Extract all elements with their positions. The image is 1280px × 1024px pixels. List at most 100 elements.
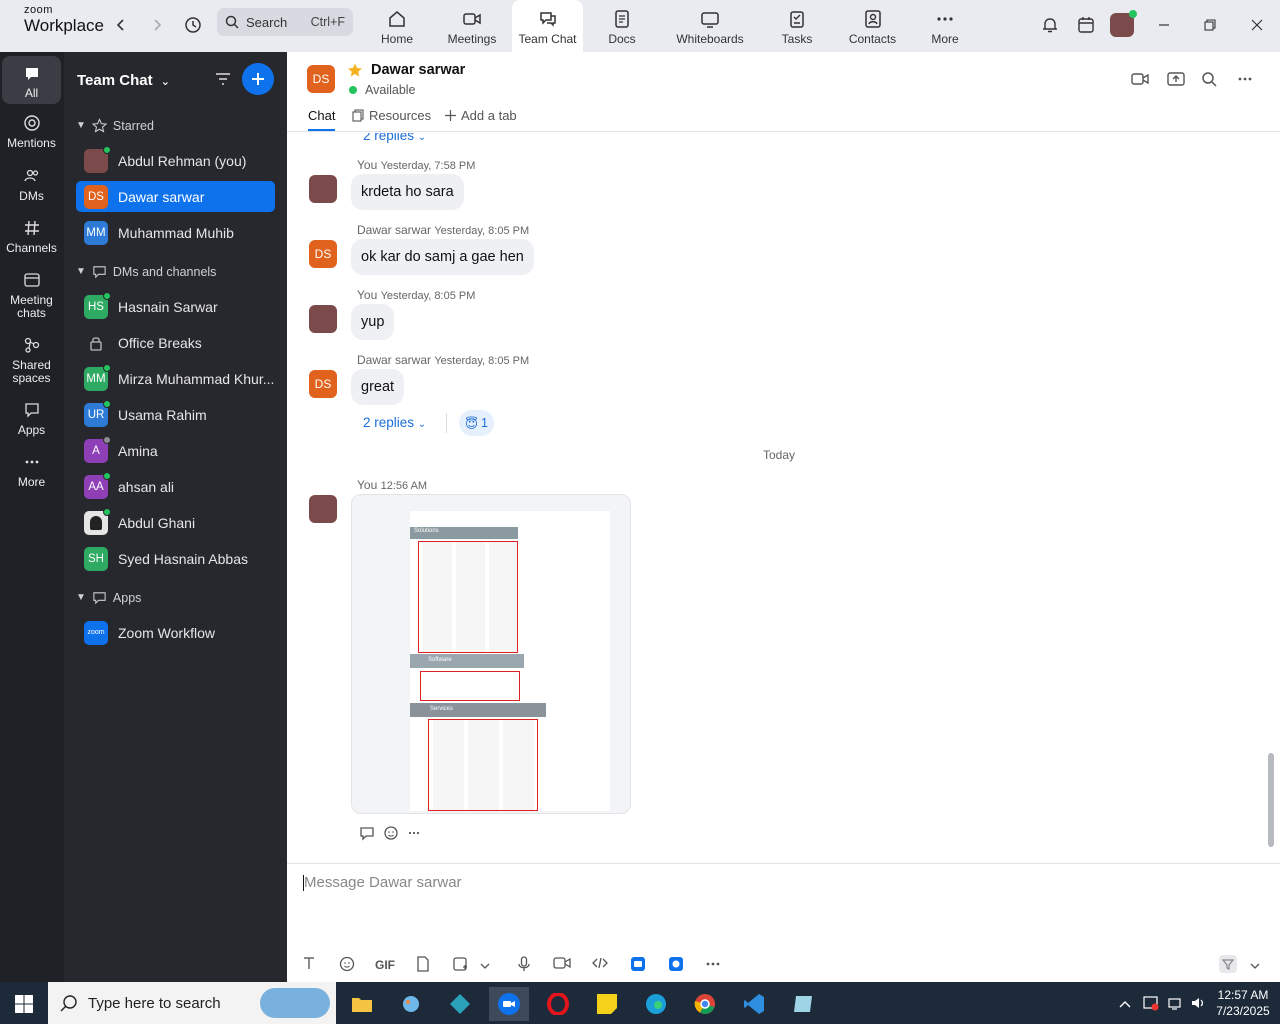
history-button[interactable]: [181, 13, 205, 37]
taskbar-app-generic[interactable]: [783, 987, 823, 1021]
chat-search-button[interactable]: [1201, 71, 1217, 90]
video-call-button[interactable]: [1131, 71, 1149, 90]
screenshot-button[interactable]: [452, 956, 468, 975]
tab-contacts[interactable]: Contacts: [845, 0, 900, 52]
notifications-button[interactable]: [1037, 12, 1063, 38]
tab-chat[interactable]: Chat: [308, 108, 336, 131]
sidebar-item-hasnain-sarwar[interactable]: HS Hasnain Sarwar: [76, 291, 275, 322]
tab-more[interactable]: More: [925, 0, 965, 52]
taskbar-vscode[interactable]: [734, 987, 774, 1021]
taskbar-opera[interactable]: [538, 987, 578, 1021]
screenshot-dropdown[interactable]: [480, 959, 490, 973]
sidebar-item-amina[interactable]: A Amina: [76, 435, 275, 466]
app-shortcut-button[interactable]: [630, 956, 646, 975]
tab-team-chat[interactable]: Team Chat: [512, 0, 583, 52]
sidebar-item-ahsan-ali[interactable]: AA ahsan ali: [76, 471, 275, 502]
taskbar-sticky-notes[interactable]: [587, 987, 627, 1021]
rail-channels[interactable]: Channels: [2, 219, 61, 255]
rail-meeting-chats[interactable]: Meeting chats: [2, 271, 61, 320]
reaction-chip[interactable]: 😇 1: [459, 410, 494, 436]
message-bubble[interactable]: yup: [351, 304, 395, 340]
sidebar-item-abdul-rehman[interactable]: Abdul Rehman (you): [76, 145, 275, 176]
tab-tasks[interactable]: Tasks: [775, 0, 819, 52]
search-box[interactable]: Search Ctrl+F: [217, 8, 353, 36]
forward-button[interactable]: [145, 13, 169, 37]
avatar-initials: UR: [87, 408, 105, 421]
taskbar-zoom[interactable]: [489, 987, 529, 1021]
app-shortcut-button-2[interactable]: [668, 956, 684, 975]
rail-all[interactable]: All: [2, 56, 61, 104]
chevron-right-icon: [154, 19, 162, 31]
sidebar-item-usama-rahim[interactable]: UR Usama Rahim: [76, 399, 275, 430]
filter-button[interactable]: [214, 70, 232, 91]
message-more-button[interactable]: [407, 825, 421, 844]
taskbar-edge[interactable]: [636, 987, 676, 1021]
apps-section-header[interactable]: ▼ Apps: [76, 590, 141, 605]
sidebar-item-office-breaks[interactable]: Office Breaks: [76, 327, 275, 358]
tab-resources[interactable]: Resources: [352, 108, 431, 123]
chat-more-button[interactable]: [1237, 71, 1253, 90]
taskbar-search[interactable]: Type here to search: [48, 982, 336, 1024]
sidebar-item-dawar-sarwar[interactable]: DS Dawar sarwar: [76, 181, 275, 212]
ellipsis-icon: [937, 17, 953, 21]
taskbar-chrome[interactable]: [685, 987, 725, 1021]
restore-button[interactable]: [1197, 12, 1223, 38]
message-input[interactable]: Message Dawar sarwar: [303, 874, 462, 892]
add-reaction-button[interactable]: [383, 825, 399, 844]
reply-button[interactable]: [359, 825, 375, 844]
message-bubble[interactable]: great: [351, 369, 405, 405]
rail-apps[interactable]: Apps: [2, 401, 61, 437]
image-attachment[interactable]: Solutions Software Services: [351, 494, 631, 814]
back-button[interactable]: [109, 13, 133, 37]
tray-network[interactable]: [1167, 995, 1183, 1014]
sidebar-item-muhammad-muhib[interactable]: MM Muhammad Muhib: [76, 217, 275, 248]
tab-home[interactable]: Home: [372, 0, 422, 52]
star-filled-icon[interactable]: [347, 62, 363, 78]
format-text-button[interactable]: [302, 956, 316, 973]
windows-start-button[interactable]: [4, 987, 44, 1021]
thread-replies-link[interactable]: 2 replies ⌄: [363, 133, 426, 143]
share-screen-button[interactable]: [1167, 71, 1185, 90]
tray-volume[interactable]: [1190, 995, 1206, 1014]
taskbar-app-paint[interactable]: [391, 987, 431, 1021]
message-bubble[interactable]: ok kar do samj a gae hen: [351, 239, 534, 275]
taskbar-clock[interactable]: 12:57 AM 7/23/2025: [1210, 987, 1276, 1019]
rail-dms[interactable]: DMs: [2, 167, 61, 203]
composer-more-button[interactable]: [705, 956, 721, 975]
message-bubble[interactable]: krdeta ho sara: [351, 174, 464, 210]
send-button[interactable]: [1219, 955, 1237, 976]
contact-name[interactable]: Dawar sarwar: [371, 62, 465, 78]
profile-avatar-button[interactable]: [1109, 10, 1137, 38]
audio-message-button[interactable]: [518, 956, 530, 975]
starred-section-header[interactable]: ▼ Starred: [76, 118, 154, 133]
close-button[interactable]: [1244, 12, 1270, 38]
tab-docs[interactable]: Docs: [600, 0, 644, 52]
video-message-button[interactable]: [553, 956, 571, 973]
add-tab-button[interactable]: Add a tab: [445, 108, 517, 123]
sidebar-item-syed-hasnain-abbas[interactable]: SH Syed Hasnain Abbas: [76, 543, 275, 574]
tab-whiteboards[interactable]: Whiteboards: [670, 0, 750, 52]
code-snippet-button[interactable]: [591, 956, 609, 973]
scrollbar-thumb[interactable]: [1268, 753, 1274, 847]
emoji-button[interactable]: [339, 956, 355, 975]
rail-more[interactable]: More: [2, 453, 61, 489]
tray-chevron-up[interactable]: [1118, 996, 1132, 1012]
new-chat-button[interactable]: [242, 63, 274, 95]
thread-replies-link[interactable]: 2 replies ⌄: [363, 415, 426, 430]
gif-button[interactable]: GIF: [375, 958, 395, 972]
rail-shared-spaces[interactable]: Shared spaces: [2, 336, 61, 385]
send-options-dropdown[interactable]: [1250, 959, 1260, 973]
taskbar-file-explorer[interactable]: [342, 987, 382, 1021]
taskbar-app-diamond[interactable]: [440, 987, 480, 1021]
sidebar-title[interactable]: Team Chat ⌄: [77, 72, 170, 89]
tab-meetings[interactable]: Meetings: [442, 0, 502, 52]
dms-section-header[interactable]: ▼ DMs and channels: [76, 264, 216, 279]
tray-alert[interactable]: [1143, 995, 1159, 1014]
attach-file-button[interactable]: [416, 956, 430, 975]
sidebar-item-abdul-ghani[interactable]: Abdul Ghani: [76, 507, 275, 538]
minimize-button[interactable]: [1151, 12, 1177, 38]
sidebar-item-mirza-muhammad[interactable]: MM Mirza Muhammad Khur...: [76, 363, 275, 394]
calendar-button[interactable]: [1073, 12, 1099, 38]
rail-mentions[interactable]: Mentions: [2, 114, 61, 150]
sidebar-item-zoom-workflow[interactable]: zoom Zoom Workflow: [76, 617, 275, 648]
